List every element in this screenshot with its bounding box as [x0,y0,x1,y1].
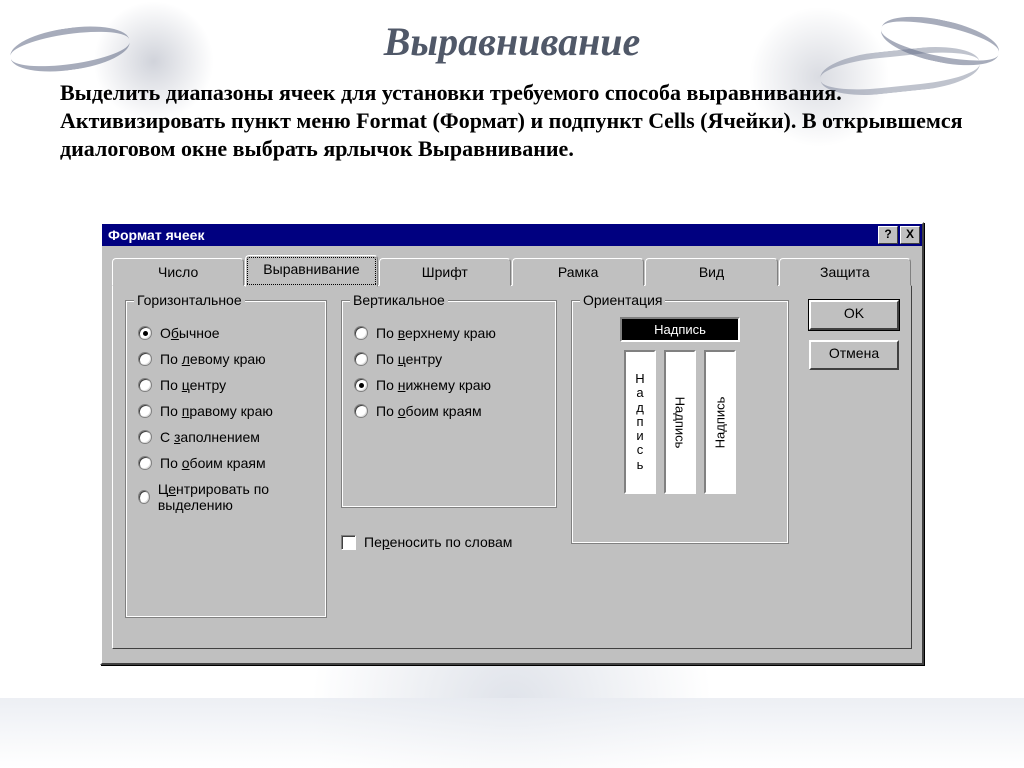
horizontal-option-4[interactable]: С заполнением [138,429,314,445]
radio-dot [138,430,152,444]
horizontal-option-1[interactable]: По левому краю [138,351,314,367]
radio-label: С заполнением [160,429,260,445]
horizontal-option-5[interactable]: По обоим краям [138,455,314,471]
horizontal-groupbox: Горизонтальное ОбычноеПо левому краюПо ц… [125,300,327,618]
help-button[interactable]: ? [878,226,898,244]
wrap-text-label: Переносить по словам [364,534,512,550]
radio-label: По обоим краям [160,455,266,471]
orientation-legend: Ориентация [580,292,665,308]
orientation-rotate270-sample[interactable]: Надпись [704,350,736,494]
dialog-title: Формат ячеек [108,227,204,243]
radio-dot [354,378,368,392]
horizontal-option-2[interactable]: По центру [138,377,314,393]
orientation-horizontal-sample[interactable]: Надпись [620,317,740,342]
radio-label: По центру [160,377,226,393]
cancel-button[interactable]: Отмена [809,340,899,370]
horizontal-option-0[interactable]: Обычное [138,325,314,341]
tab-strip: ЧислоВыравниваниеШрифтРамкаВидЗащита [112,254,912,286]
format-cells-dialog: Формат ячеек ? X ЧислоВыравниваниеШрифтР… [100,222,924,665]
radio-dot [138,352,152,366]
vertical-option-1[interactable]: По центру [354,351,544,367]
ok-button[interactable]: OK [809,300,899,330]
radio-dot [354,352,368,366]
radio-dot [138,404,152,418]
radio-dot [138,326,152,340]
radio-dot [138,378,152,392]
tab-5[interactable]: Защита [779,258,911,286]
radio-label: По обоим краям [376,403,482,419]
vertical-option-3[interactable]: По обоим краям [354,403,544,419]
orientation-groupbox: Ориентация Надпись Н а д п и с ь Надпись… [571,300,789,544]
vertical-option-2[interactable]: По нижнему краю [354,377,544,393]
radio-label: По нижнему краю [376,377,491,393]
slide-intro-text: Выделить диапазоны ячеек для установки т… [60,79,964,163]
radio-dot [354,404,368,418]
horizontal-option-6[interactable]: Центрировать по выделению [138,481,314,513]
vertical-groupbox: Вертикальное По верхнему краюПо центруПо… [341,300,557,508]
tab-0[interactable]: Число [112,258,244,286]
dialog-titlebar[interactable]: Формат ячеек ? X [102,224,922,246]
vertical-option-0[interactable]: По верхнему краю [354,325,544,341]
radio-label: Обычное [160,325,220,341]
radio-label: По правому краю [160,403,273,419]
dialog-body: Горизонтальное Обычное По левому краю По ц… [112,285,912,649]
orientation-stacked-sample[interactable]: Н а д п и с ь [624,350,656,494]
wrap-text-checkbox[interactable]: Переносить по словам [341,534,557,550]
tab-2[interactable]: Шрифт [379,258,511,286]
radio-dot [138,490,150,504]
radio-label: По центру [376,351,442,367]
radio-dot [138,456,152,470]
radio-label: По левому краю [160,351,266,367]
tab-4[interactable]: Вид [645,258,777,286]
radio-dot [354,326,368,340]
checkbox-box [341,535,356,550]
close-button[interactable]: X [900,226,920,244]
vertical-legend: Вертикальное [350,292,448,308]
radio-label: Центрировать по выделению [158,481,314,513]
horizontal-option-3[interactable]: По правому краю [138,403,314,419]
horizontal-legend: Горизонтальное [134,292,245,308]
orientation-rotate90-sample[interactable]: Надпись [664,350,696,494]
tab-3[interactable]: Рамка [512,258,644,286]
tab-1[interactable]: Выравнивание [245,255,377,287]
decorative-footer [0,698,1024,768]
radio-label: По верхнему краю [376,325,496,341]
